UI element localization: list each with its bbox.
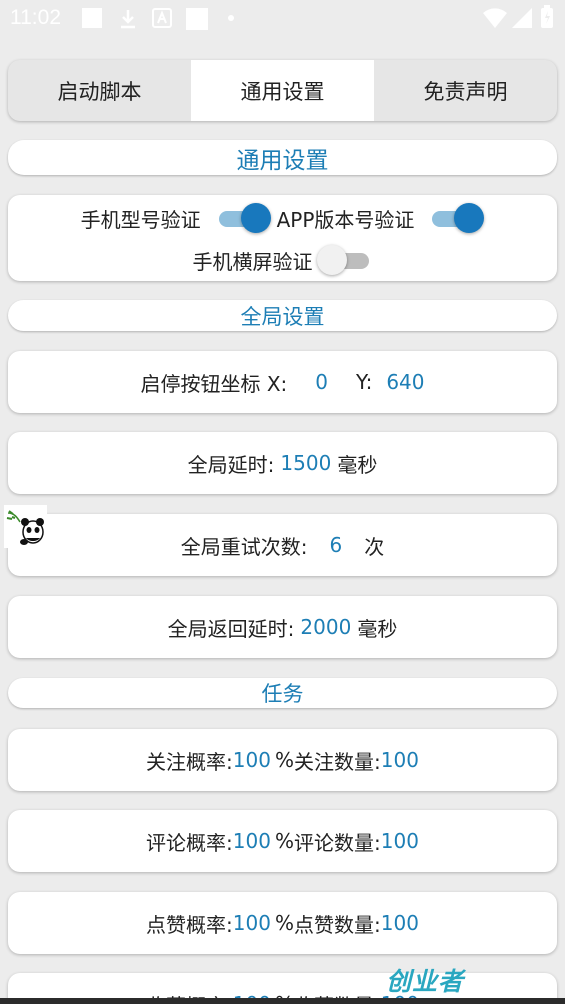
like-count-label: 点赞数量: (294, 912, 381, 937)
section-header-tasks: 任务 (8, 678, 557, 708)
app-version-label: APP版本号验证 (276, 207, 415, 232)
task-row: 关注概率: 100 % 关注数量: 100 (8, 729, 557, 791)
like-prob-label: 点赞概率: (146, 912, 233, 937)
tab-general-settings[interactable]: 通用设置 (191, 60, 374, 121)
retry-card: 全局重试次数: 6 次 (8, 514, 557, 576)
section-header-global: 全局设置 (8, 300, 557, 331)
back-delay-label: 全局返回延时: (167, 616, 295, 641)
follow-count-label: 关注数量: (294, 749, 381, 774)
battery-icon (541, 5, 553, 28)
comment-prob-label: 评论概率: (146, 830, 233, 855)
percent-sign: % (274, 829, 294, 853)
landscape-label: 手机横屏验证 (192, 249, 313, 274)
wifi-icon (483, 8, 507, 28)
follow-count-input[interactable]: 100 (381, 748, 419, 772)
coord-x-input[interactable]: 0 (315, 370, 328, 394)
like-prob-input[interactable]: 100 (233, 911, 271, 935)
phone-model-label: 手机型号验证 (80, 207, 201, 232)
more-notifications-dot-icon (228, 15, 234, 21)
floating-panda-icon[interactable] (4, 505, 47, 548)
percent-sign: % (274, 748, 294, 772)
app-version-toggle[interactable] (428, 203, 485, 233)
back-delay-input[interactable]: 2000 (300, 615, 351, 639)
delay-card: 全局延时: 1500 毫秒 (8, 432, 557, 494)
tab-start-script[interactable]: 启动脚本 (8, 60, 191, 121)
back-delay-card: 全局返回延时: 2000 毫秒 (8, 596, 557, 658)
coord-card: 启停按钮坐标 X: 0 Y: 640 (8, 351, 557, 413)
landscape-toggle[interactable] (316, 245, 373, 275)
task-row: 点赞概率: 100 % 点赞数量: 100 (8, 892, 557, 954)
notification-icon (82, 8, 102, 28)
delay-input[interactable]: 1500 (280, 451, 331, 475)
phone-model-toggle[interactable] (215, 203, 271, 233)
notification-icon (186, 8, 208, 30)
retry-unit: 次 (364, 534, 385, 559)
section-title: 任务 (261, 682, 304, 706)
app-notification-icon (152, 8, 172, 28)
like-count-input[interactable]: 100 (381, 911, 419, 935)
coord-y-input[interactable]: 640 (386, 370, 424, 394)
retry-label: 全局重试次数: (180, 534, 308, 559)
task-row: 评论概率: 100 % 评论数量: 100 (8, 810, 557, 872)
tab-bar: 启动脚本 通用设置 免责声明 (8, 60, 557, 121)
section-header-general: 通用设置 (8, 140, 557, 175)
delay-label: 全局延时: (187, 452, 275, 477)
percent-sign: % (274, 911, 294, 935)
signal-icon (512, 8, 532, 28)
comment-count-label: 评论数量: (294, 830, 381, 855)
navigation-bar (0, 998, 565, 1004)
section-title: 通用设置 (236, 147, 329, 174)
verification-toggles-card: 手机型号验证 APP版本号验证 手机横屏验证 (8, 195, 557, 281)
section-title: 全局设置 (240, 304, 325, 329)
status-bar: 11:02 (0, 0, 565, 38)
back-delay-unit: 毫秒 (357, 616, 398, 641)
download-icon (121, 10, 135, 29)
tab-disclaimer[interactable]: 免责声明 (374, 60, 557, 121)
follow-prob-label: 关注概率: (146, 749, 233, 774)
delay-unit: 毫秒 (337, 452, 378, 477)
follow-prob-input[interactable]: 100 (233, 748, 271, 772)
coord-label: 启停按钮坐标 X: (140, 371, 288, 396)
comment-count-input[interactable]: 100 (381, 829, 419, 853)
comment-prob-input[interactable]: 100 (233, 829, 271, 853)
status-time: 11:02 (10, 6, 61, 29)
retry-input[interactable]: 6 (330, 533, 343, 557)
coord-y-label: Y: (356, 370, 373, 394)
watermark-logo: 创业者 (386, 967, 465, 996)
